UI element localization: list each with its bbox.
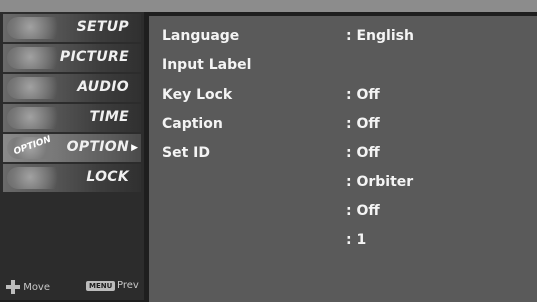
- sidebar-item-label: OPTION: [66, 139, 129, 155]
- sidebar-item-option[interactable]: OPTION OPTION ▶: [3, 134, 141, 162]
- picture-thumbnail: [7, 47, 65, 69]
- prev-label: Prev: [117, 280, 139, 291]
- setting-value: : Off: [346, 145, 380, 161]
- setup-thumbnail: [7, 17, 65, 39]
- sidebar-item-audio[interactable]: AUDIO: [3, 74, 141, 102]
- sidebar-item-label: AUDIO: [77, 79, 129, 95]
- setting-value: : 1: [346, 232, 367, 248]
- setting-value: : Orbiter: [346, 174, 414, 190]
- menu-button-icon: MENU: [86, 281, 116, 291]
- chevron-right-icon: ▶: [131, 143, 138, 153]
- setting-key: Caption: [162, 116, 223, 132]
- setting-row-key-lock[interactable]: Key Lock : Off: [149, 81, 537, 110]
- sidebar-item-label: SETUP: [76, 19, 129, 35]
- sidebar-item-lock[interactable]: LOCK: [3, 164, 141, 192]
- setting-value: : Off: [346, 116, 380, 132]
- move-arrows-icon: [6, 280, 20, 294]
- setting-key: Language: [162, 28, 240, 44]
- setting-key: Key Lock: [162, 87, 233, 103]
- sidebar-item-label: PICTURE: [59, 49, 129, 65]
- setting-key: Input Label: [162, 57, 252, 73]
- setting-row-value[interactable]: : 1: [149, 226, 537, 255]
- lock-thumbnail: [7, 167, 65, 189]
- setting-value: : Off: [346, 87, 380, 103]
- sidebar-item-setup[interactable]: SETUP: [3, 14, 141, 42]
- setting-row-set-id[interactable]: Set ID : Off: [149, 139, 537, 168]
- setting-row-language[interactable]: Language : English: [149, 22, 537, 51]
- time-thumbnail: [7, 107, 65, 129]
- osd-window: SETUP PICTURE AUDIO TIME OPTION OPTION ▶: [0, 0, 537, 302]
- setting-value: : Off: [346, 203, 380, 219]
- sidebar-item-time[interactable]: TIME: [3, 104, 141, 132]
- sidebar-item-label: TIME: [89, 109, 129, 125]
- move-label: Move: [23, 282, 51, 293]
- audio-thumbnail: [7, 77, 65, 99]
- setting-key: Set ID: [162, 145, 210, 161]
- navigation-hint: Move MENU Prev: [0, 274, 144, 298]
- sidebar-item-label: LOCK: [86, 169, 129, 185]
- option-settings-panel: Language : English Input Label Key Lock …: [149, 16, 537, 302]
- setting-row-caption[interactable]: Caption : Off: [149, 110, 537, 139]
- move-hint: Move: [6, 280, 50, 294]
- top-border: [0, 0, 537, 12]
- setting-row-value[interactable]: : Orbiter: [149, 168, 537, 197]
- sidebar-item-picture[interactable]: PICTURE: [3, 44, 141, 72]
- setting-value: : English: [346, 28, 414, 44]
- setting-row-value[interactable]: : Off: [149, 197, 537, 226]
- setting-row-input-label[interactable]: Input Label: [149, 51, 537, 80]
- sidebar-menu: SETUP PICTURE AUDIO TIME OPTION OPTION ▶: [0, 12, 144, 300]
